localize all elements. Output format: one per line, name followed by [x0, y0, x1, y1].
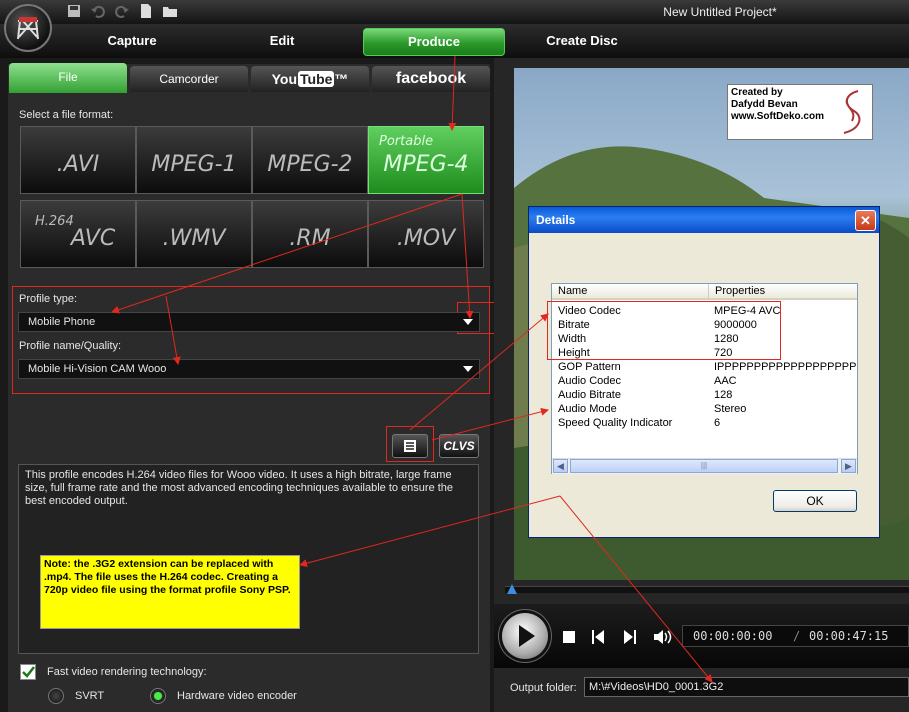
seek-thumb[interactable]	[507, 584, 517, 594]
format-label: .AVI	[56, 152, 100, 177]
format-mpeg2-button[interactable]: MPEG-2	[252, 126, 368, 194]
volume-icon[interactable]	[652, 628, 672, 646]
list-item[interactable]: Audio Codec AAC	[552, 374, 857, 388]
output-folder-field[interactable]: M:\#Videos\HD0_0001.3G2	[584, 677, 909, 697]
list-item[interactable]: Audio Mode Stereo	[552, 402, 857, 416]
ok-button[interactable]: OK	[773, 490, 857, 512]
format-label: MPEG-4	[383, 152, 469, 177]
list-item[interactable]: Audio Bitrate 128	[552, 388, 857, 402]
format-mpeg4-button[interactable]: Portable MPEG-4	[368, 126, 484, 194]
open-folder-icon[interactable]	[162, 3, 178, 19]
watermark: Created by Dafydd Bevan www.SoftDeko.com	[727, 84, 873, 140]
format-label: .WMV	[162, 226, 226, 251]
details-list-icon	[404, 440, 416, 452]
profile-quality-value: Mobile Hi-Vision CAM Wooo	[28, 363, 167, 375]
seek-bar[interactable]	[505, 586, 909, 593]
app-logo-icon[interactable]	[4, 4, 52, 52]
profile-type-value: Mobile Phone	[28, 316, 96, 328]
scroll-thumb[interactable]: |||	[570, 459, 838, 473]
fast-render-label: Fast video rendering technology:	[47, 666, 207, 678]
svrt-label: SVRT	[75, 690, 105, 702]
row-value: IPPPPPPPPPPPPPPPPPPPPP...	[714, 361, 856, 373]
format-rm-button[interactable]: .RM	[252, 200, 368, 268]
profile-quality-label: Profile name/Quality:	[19, 340, 122, 352]
row-name: Speed Quality Indicator	[558, 417, 673, 429]
format-avi-button[interactable]: .AVI	[20, 126, 136, 194]
row-value: 6	[714, 417, 721, 429]
row-value: 128	[714, 389, 733, 401]
profile-details-button[interactable]	[392, 434, 428, 458]
row-value: AAC	[714, 375, 737, 387]
profile-quality-select[interactable]: Mobile Hi-Vision CAM Wooo	[18, 359, 480, 379]
current-time: 00:00:00:00	[693, 629, 773, 643]
list-item[interactable]: Speed Quality Indicator 6	[552, 416, 857, 430]
format-label: MPEG-2	[267, 152, 353, 177]
previous-frame-icon[interactable]	[590, 628, 608, 646]
next-frame-icon[interactable]	[620, 628, 638, 646]
row-name: Audio Bitrate	[558, 389, 621, 401]
chevron-down-icon	[463, 366, 473, 372]
youtube-logo-you: You	[271, 71, 297, 87]
youtube-logo-tm: ™	[334, 71, 349, 87]
subtab-facebook[interactable]: facebook	[372, 66, 490, 92]
hardware-encoder-radio[interactable]	[150, 688, 166, 704]
scroll-right-icon[interactable]: ▶	[841, 459, 856, 473]
stop-icon[interactable]	[560, 628, 578, 646]
undo-icon[interactable]	[90, 3, 106, 19]
project-title: New Untitled Project*	[663, 5, 777, 19]
output-folder-label: Output folder:	[510, 682, 577, 694]
subtab-camcorder[interactable]: Camcorder	[130, 66, 248, 92]
tab-create-disc[interactable]: Create Disc	[512, 28, 652, 54]
annotation-note: Note: the .3G2 extension can be replaced…	[40, 555, 300, 629]
row-name: Audio Codec	[558, 375, 621, 387]
format-mov-button[interactable]: .MOV	[368, 200, 484, 268]
format-mpeg1-button[interactable]: MPEG-1	[136, 126, 252, 194]
format-label: .RM	[289, 226, 331, 251]
tab-capture[interactable]: Capture	[62, 28, 202, 54]
timecode-display: 00:00:00:00 / 00:00:47:15	[682, 625, 909, 647]
play-button[interactable]	[502, 613, 548, 659]
total-time: 00:00:47:15	[809, 629, 889, 643]
time-separator: /	[793, 629, 801, 643]
format-label: .MOV	[396, 226, 456, 251]
format-wmv-button[interactable]: .WMV	[136, 200, 252, 268]
tab-produce[interactable]: Produce	[363, 28, 505, 56]
row-name: GOP Pattern	[558, 361, 621, 373]
fast-render-checkbox[interactable]	[20, 664, 36, 680]
profile-type-select[interactable]: Mobile Phone	[18, 312, 480, 332]
row-name: Audio Mode	[558, 403, 617, 415]
format-label: AVC	[70, 226, 116, 251]
annotation-box-properties	[547, 301, 781, 360]
dialog-title: Details	[536, 213, 576, 227]
profile-type-label: Profile type:	[19, 293, 78, 305]
format-avc-button[interactable]: H.264 AVC	[20, 200, 136, 268]
list-item[interactable]: GOP Pattern IPPPPPPPPPPPPPPPPPPPPP...	[552, 360, 857, 374]
hardware-encoder-label: Hardware video encoder	[177, 690, 297, 702]
youtube-logo-tube: Tube	[298, 71, 335, 87]
row-value: Stereo	[714, 403, 747, 415]
close-icon[interactable]: ✕	[855, 210, 876, 231]
tab-edit[interactable]: Edit	[212, 28, 352, 54]
checkmark-icon	[22, 666, 35, 678]
column-header-name[interactable]: Name	[552, 284, 708, 300]
chevron-down-icon	[463, 319, 473, 325]
dialog-title-bar	[529, 207, 879, 233]
file-format-label: Select a file format:	[19, 109, 114, 121]
svrt-radio[interactable]	[48, 688, 64, 704]
format-label: MPEG-1	[151, 152, 237, 177]
watermark-logo-icon	[843, 90, 861, 134]
new-file-icon[interactable]	[138, 3, 154, 19]
subtab-file[interactable]: File	[9, 63, 127, 93]
clvs-button[interactable]: CLVS	[439, 434, 479, 458]
column-header-properties[interactable]: Properties	[708, 284, 857, 300]
save-icon[interactable]	[66, 3, 82, 19]
scroll-left-icon[interactable]: ◀	[553, 459, 568, 473]
subtab-youtube[interactable]: You Tube ™	[251, 66, 369, 92]
redo-icon[interactable]	[114, 3, 130, 19]
